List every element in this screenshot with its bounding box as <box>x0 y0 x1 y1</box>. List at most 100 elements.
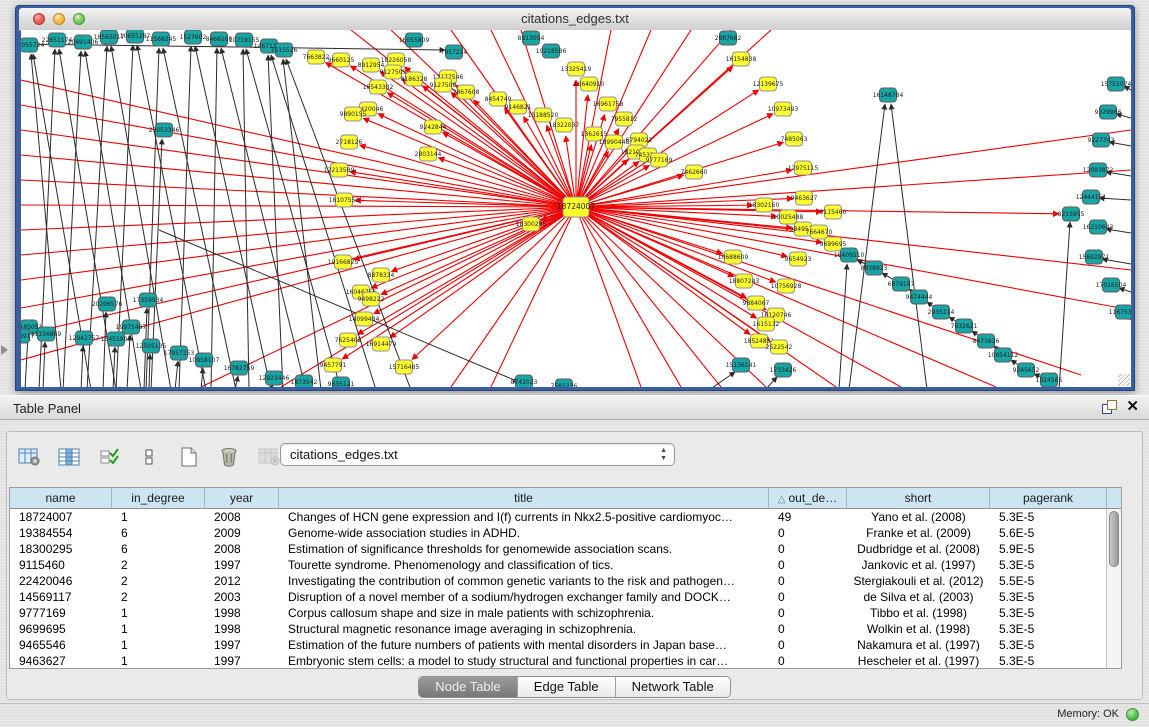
row-height-button[interactable] <box>135 443 163 471</box>
cell-name[interactable]: 18300295 <box>10 541 112 557</box>
cell-pagerank[interactable]: 5.3E-5 <box>990 621 1107 637</box>
cell-out_degree[interactable]: 0 <box>769 541 847 557</box>
table-row[interactable]: 969969511998Structural magnetic resonanc… <box>10 621 1121 637</box>
cell-name[interactable]: 9463627 <box>10 653 112 669</box>
cell-name[interactable]: 9465546 <box>10 637 112 653</box>
delete-column-button[interactable] <box>215 443 243 471</box>
cell-pagerank[interactable]: 5.6E-5 <box>990 525 1107 541</box>
cell-in_degree[interactable]: 2 <box>112 573 205 589</box>
cell-out_degree[interactable]: 0 <box>769 589 847 605</box>
tab-network-table[interactable]: Network Table <box>616 677 730 697</box>
cell-year[interactable]: 2009 <box>205 525 279 541</box>
cell-pagerank[interactable]: 5.3E-5 <box>990 589 1107 605</box>
network-canvas[interactable]: 2405572422651174206914061856501710655287… <box>21 30 1131 387</box>
table-row[interactable]: 1938455462009Genome-wide association stu… <box>10 525 1121 541</box>
cell-short[interactable]: Tibbo et al. (1998) <box>847 605 990 621</box>
cell-in_degree[interactable]: 1 <box>112 637 205 653</box>
cell-title[interactable]: Structural magnetic resonance image aver… <box>279 621 769 637</box>
table-row[interactable]: 911546021997Tourette syndrome. Phenomeno… <box>10 557 1121 573</box>
cell-short[interactable]: Jankovic et al. (1997) <box>847 557 990 573</box>
cell-title[interactable]: Tourette syndrome. Phenomenology and cla… <box>279 557 769 573</box>
cell-year[interactable]: 2008 <box>205 509 279 525</box>
cell-name[interactable]: 18724007 <box>10 509 112 525</box>
cell-year[interactable]: 1997 <box>205 557 279 573</box>
new-column-button[interactable] <box>175 443 203 471</box>
cell-short[interactable]: Nakamura et al. (1997) <box>847 637 990 653</box>
table-row[interactable]: 1830029562008Estimation of significance … <box>10 541 1121 557</box>
cell-pagerank[interactable]: 5.3E-5 <box>990 637 1107 653</box>
column-checklist-button[interactable] <box>95 443 123 471</box>
table-row[interactable]: 977716911998Corpus callosum shape and si… <box>10 605 1121 621</box>
column-header-short[interactable]: short <box>847 488 990 508</box>
cell-pagerank[interactable]: 5.3E-5 <box>990 653 1107 669</box>
cell-year[interactable]: 1997 <box>205 653 279 669</box>
cell-year[interactable]: 2008 <box>205 541 279 557</box>
cell-short[interactable]: Wolkin et al. (1998) <box>847 621 990 637</box>
tab-node-table[interactable]: Node Table <box>419 677 518 697</box>
cell-title[interactable]: Genome-wide association studies in ADHD. <box>279 525 769 541</box>
cell-out_degree[interactable]: 0 <box>769 557 847 573</box>
cell-short[interactable]: Hescheler et al. (1997) <box>847 653 990 669</box>
table-row[interactable]: 1456911722003Disruption of a novel membe… <box>10 589 1121 605</box>
cell-out_degree[interactable]: 0 <box>769 605 847 621</box>
table-vertical-scrollbar[interactable] <box>1106 509 1121 668</box>
cell-name[interactable]: 9777169 <box>10 605 112 621</box>
cell-in_degree[interactable]: 1 <box>112 605 205 621</box>
cell-title[interactable]: Estimation of significance thresholds fo… <box>279 541 769 557</box>
cell-title[interactable]: Investigating the contribution of common… <box>279 573 769 589</box>
cell-short[interactable]: Dudbridge et al. (2008) <box>847 541 990 557</box>
cell-out_degree[interactable]: 0 <box>769 637 847 653</box>
column-header-out_degree[interactable]: △out_de… <box>769 488 847 508</box>
cell-in_degree[interactable]: 6 <box>112 525 205 541</box>
window-titlebar[interactable]: citations_edges.txt <box>19 8 1131 31</box>
resize-grip-icon[interactable] <box>1118 374 1130 386</box>
cell-pagerank[interactable]: 5.5E-5 <box>990 573 1107 589</box>
table-row[interactable]: 1872400712008Changes of HCN gene express… <box>10 509 1121 525</box>
table-row[interactable]: 946362711997Embryonic stem cells: a mode… <box>10 653 1121 669</box>
import-table-button-disabled[interactable] <box>255 443 283 471</box>
cell-name[interactable]: 19384554 <box>10 525 112 541</box>
cell-short[interactable]: Stergiakouli et al. (2012) <box>847 573 990 589</box>
column-header-in_degree[interactable]: in_degree <box>112 488 205 508</box>
cell-title[interactable]: Embryonic stem cells: a model to study s… <box>279 653 769 669</box>
cell-pagerank[interactable]: 5.3E-5 <box>990 605 1107 621</box>
cell-name[interactable]: 14569117 <box>10 589 112 605</box>
cell-out_degree[interactable]: 49 <box>769 509 847 525</box>
cell-pagerank[interactable]: 5.9E-5 <box>990 541 1107 557</box>
cell-in_degree[interactable]: 1 <box>112 653 205 669</box>
cell-title[interactable]: Disruption of a novel member of a sodium… <box>279 589 769 605</box>
cell-name[interactable]: 22420046 <box>10 573 112 589</box>
column-header-name[interactable]: name <box>10 488 112 508</box>
column-header-year[interactable]: year <box>205 488 279 508</box>
table-row[interactable]: 946554611997Estimation of the future num… <box>10 637 1121 653</box>
close-panel-icon[interactable]: ✕ <box>1126 400 1139 414</box>
cell-short[interactable]: de Silva et al. (2003) <box>847 589 990 605</box>
cell-name[interactable]: 9699695 <box>10 621 112 637</box>
cell-short[interactable]: Yano et al. (2008) <box>847 509 990 525</box>
table-selector-dropdown[interactable]: citations_edges.txt ▲▼ <box>280 443 675 466</box>
cell-out_degree[interactable]: 0 <box>769 621 847 637</box>
cell-title[interactable]: Estimation of the future numbers of pati… <box>279 637 769 653</box>
column-header-pagerank[interactable]: pagerank <box>990 488 1107 508</box>
scrollbar-thumb[interactable] <box>1109 511 1119 567</box>
cell-title[interactable]: Corpus callosum shape and size in male p… <box>279 605 769 621</box>
cell-out_degree[interactable]: 0 <box>769 525 847 541</box>
cell-in_degree[interactable]: 1 <box>112 621 205 637</box>
cell-name[interactable]: 9115460 <box>10 557 112 573</box>
cell-in_degree[interactable]: 1 <box>112 509 205 525</box>
tab-edge-table[interactable]: Edge Table <box>518 677 616 697</box>
cell-in_degree[interactable]: 2 <box>112 589 205 605</box>
cell-year[interactable]: 1998 <box>205 605 279 621</box>
cell-short[interactable]: Franke et al. (2009) <box>847 525 990 541</box>
cell-pagerank[interactable]: 5.3E-5 <box>990 509 1107 525</box>
cell-pagerank[interactable]: 5.3E-5 <box>990 557 1107 573</box>
cell-year[interactable]: 2012 <box>205 573 279 589</box>
float-panel-icon[interactable] <box>1102 400 1116 414</box>
cell-year[interactable]: 2003 <box>205 589 279 605</box>
cell-out_degree[interactable]: 0 <box>769 653 847 669</box>
cell-in_degree[interactable]: 2 <box>112 557 205 573</box>
collapsed-panel-arrow-icon[interactable] <box>1 345 8 355</box>
cell-out_degree[interactable]: 0 <box>769 573 847 589</box>
cell-year[interactable]: 1998 <box>205 621 279 637</box>
table-row[interactable]: 2242004622012Investigating the contribut… <box>10 573 1121 589</box>
